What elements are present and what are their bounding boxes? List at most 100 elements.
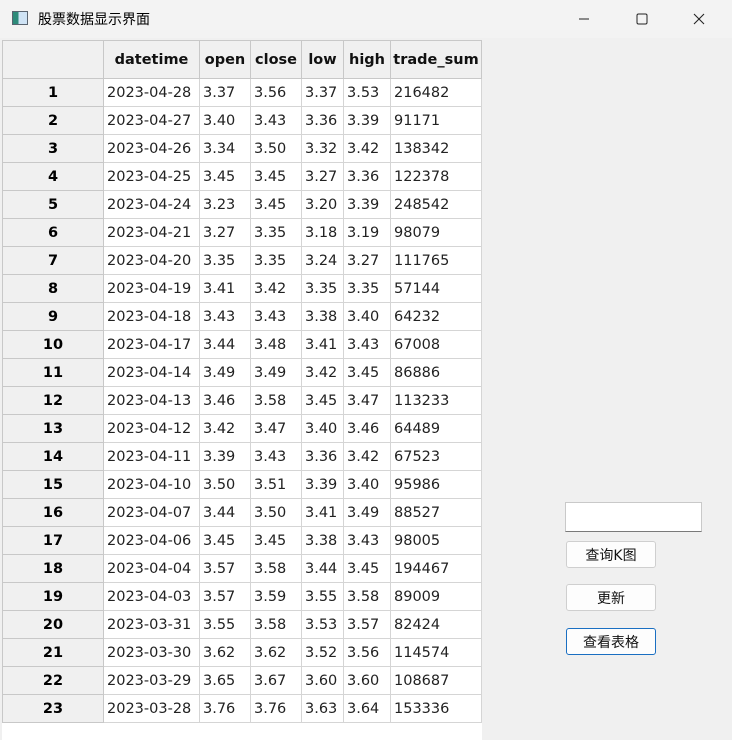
stock-code-input[interactable]: [565, 502, 702, 532]
table-row[interactable]: 8 2023-04-19 3.41 3.42 3.35 3.35 57144: [2, 274, 482, 303]
table-cell[interactable]: 3.55: [199, 610, 251, 639]
table-cell[interactable]: 3.42: [343, 134, 391, 163]
table-cell[interactable]: 3.42: [250, 274, 302, 303]
table-cell[interactable]: 3.60: [301, 666, 344, 695]
table-cell[interactable]: 3.50: [250, 498, 302, 527]
table-cell[interactable]: 82424: [390, 610, 482, 639]
table-cell[interactable]: 3.57: [199, 554, 251, 583]
table-cell[interactable]: 114574: [390, 638, 482, 667]
table-cell[interactable]: 3.44: [199, 330, 251, 359]
table-cell[interactable]: 3.41: [301, 330, 344, 359]
table-row[interactable]: 15 2023-04-10 3.50 3.51 3.39 3.40 95986: [2, 470, 482, 499]
table-cell[interactable]: 3.36: [301, 442, 344, 471]
table-cell[interactable]: 3.46: [343, 414, 391, 443]
table-cell[interactable]: 3.23: [199, 190, 251, 219]
table-row[interactable]: 10 2023-04-17 3.44 3.48 3.41 3.43 67008: [2, 330, 482, 359]
table-row[interactable]: 14 2023-04-11 3.39 3.43 3.36 3.42 67523: [2, 442, 482, 471]
table-cell[interactable]: 3.35: [250, 246, 302, 275]
table-cell[interactable]: 3.53: [301, 610, 344, 639]
table-cell[interactable]: 3.32: [301, 134, 344, 163]
table-cell[interactable]: 3.39: [343, 190, 391, 219]
table-cell[interactable]: 3.59: [250, 582, 302, 611]
row-header[interactable]: 4: [2, 162, 104, 191]
table-cell[interactable]: 2023-04-06: [103, 526, 200, 555]
table-cell[interactable]: 3.50: [199, 470, 251, 499]
table-cell[interactable]: 3.49: [199, 358, 251, 387]
row-header[interactable]: 14: [2, 442, 104, 471]
table-cell[interactable]: 3.43: [343, 526, 391, 555]
table-cell[interactable]: 111765: [390, 246, 482, 275]
row-header[interactable]: 22: [2, 666, 104, 695]
row-header[interactable]: 17: [2, 526, 104, 555]
table-cell[interactable]: 3.58: [250, 554, 302, 583]
table-cell[interactable]: 3.45: [250, 526, 302, 555]
table-cell[interactable]: 2023-04-28: [103, 78, 200, 107]
table-cell[interactable]: 3.41: [301, 498, 344, 527]
table-row[interactable]: 19 2023-04-03 3.57 3.59 3.55 3.58 89009: [2, 582, 482, 611]
table-cell[interactable]: 3.76: [199, 694, 251, 723]
table-cell[interactable]: 3.36: [301, 106, 344, 135]
row-header[interactable]: 11: [2, 358, 104, 387]
row-header[interactable]: 9: [2, 302, 104, 331]
table-cell[interactable]: 2023-04-04: [103, 554, 200, 583]
table-cell[interactable]: 2023-04-27: [103, 106, 200, 135]
row-header[interactable]: 6: [2, 218, 104, 247]
table-cell[interactable]: 2023-04-07: [103, 498, 200, 527]
table-cell[interactable]: 3.47: [343, 386, 391, 415]
table-cell[interactable]: 3.43: [250, 106, 302, 135]
row-header[interactable]: 20: [2, 610, 104, 639]
table-cell[interactable]: 3.39: [343, 106, 391, 135]
table-cell[interactable]: 3.42: [343, 442, 391, 471]
table-cell[interactable]: 2023-03-28: [103, 694, 200, 723]
table-row[interactable]: 16 2023-04-07 3.44 3.50 3.41 3.49 88527: [2, 498, 482, 527]
column-header[interactable]: trade_sum: [390, 40, 482, 79]
table-cell[interactable]: 3.43: [250, 302, 302, 331]
table-row[interactable]: 21 2023-03-30 3.62 3.62 3.52 3.56 114574: [2, 638, 482, 667]
row-header[interactable]: 10: [2, 330, 104, 359]
table-cell[interactable]: 98079: [390, 218, 482, 247]
table-cell[interactable]: 194467: [390, 554, 482, 583]
table-row[interactable]: 4 2023-04-25 3.45 3.45 3.27 3.36 122378: [2, 162, 482, 191]
table-cell[interactable]: 3.65: [199, 666, 251, 695]
table-cell[interactable]: 57144: [390, 274, 482, 303]
table-cell[interactable]: 3.62: [199, 638, 251, 667]
table-cell[interactable]: 3.36: [343, 162, 391, 191]
table-row[interactable]: 7 2023-04-20 3.35 3.35 3.24 3.27 111765: [2, 246, 482, 275]
table-cell[interactable]: 3.67: [250, 666, 302, 695]
table-cell[interactable]: 2023-04-19: [103, 274, 200, 303]
table-row[interactable]: 23 2023-03-28 3.76 3.76 3.63 3.64 153336: [2, 694, 482, 723]
table-cell[interactable]: 2023-04-25: [103, 162, 200, 191]
table-row[interactable]: 2 2023-04-27 3.40 3.43 3.36 3.39 91171: [2, 106, 482, 135]
table-cell[interactable]: 3.43: [343, 330, 391, 359]
table-cell[interactable]: 3.48: [250, 330, 302, 359]
row-header[interactable]: 16: [2, 498, 104, 527]
table-cell[interactable]: 3.56: [343, 638, 391, 667]
table-cell[interactable]: 2023-04-03: [103, 582, 200, 611]
table-cell[interactable]: 3.53: [343, 78, 391, 107]
table-cell[interactable]: 2023-04-20: [103, 246, 200, 275]
table-cell[interactable]: 2023-04-12: [103, 414, 200, 443]
table-cell[interactable]: 3.37: [301, 78, 344, 107]
table-row[interactable]: 22 2023-03-29 3.65 3.67 3.60 3.60 108687: [2, 666, 482, 695]
table-row[interactable]: 9 2023-04-18 3.43 3.43 3.38 3.40 64232: [2, 302, 482, 331]
row-header[interactable]: 3: [2, 134, 104, 163]
table-row[interactable]: 6 2023-04-21 3.27 3.35 3.18 3.19 98079: [2, 218, 482, 247]
table-cell[interactable]: 3.55: [301, 582, 344, 611]
table-cell[interactable]: 3.50: [250, 134, 302, 163]
view-table-button[interactable]: 查看表格: [566, 628, 656, 655]
table-cell[interactable]: 3.46: [199, 386, 251, 415]
table-cell[interactable]: 3.38: [301, 526, 344, 555]
table-row[interactable]: 11 2023-04-14 3.49 3.49 3.42 3.45 86886: [2, 358, 482, 387]
table-cell[interactable]: 3.44: [301, 554, 344, 583]
table-cell[interactable]: 138342: [390, 134, 482, 163]
update-button[interactable]: 更新: [566, 584, 656, 611]
table-cell[interactable]: 3.45: [199, 162, 251, 191]
table-cell[interactable]: 2023-04-14: [103, 358, 200, 387]
table-cell[interactable]: 2023-04-24: [103, 190, 200, 219]
close-button[interactable]: [676, 0, 722, 38]
table-row[interactable]: 17 2023-04-06 3.45 3.45 3.38 3.43 98005: [2, 526, 482, 555]
table-cell[interactable]: 86886: [390, 358, 482, 387]
table-cell[interactable]: 3.56: [250, 78, 302, 107]
table-cell[interactable]: 2023-04-17: [103, 330, 200, 359]
row-header[interactable]: 15: [2, 470, 104, 499]
